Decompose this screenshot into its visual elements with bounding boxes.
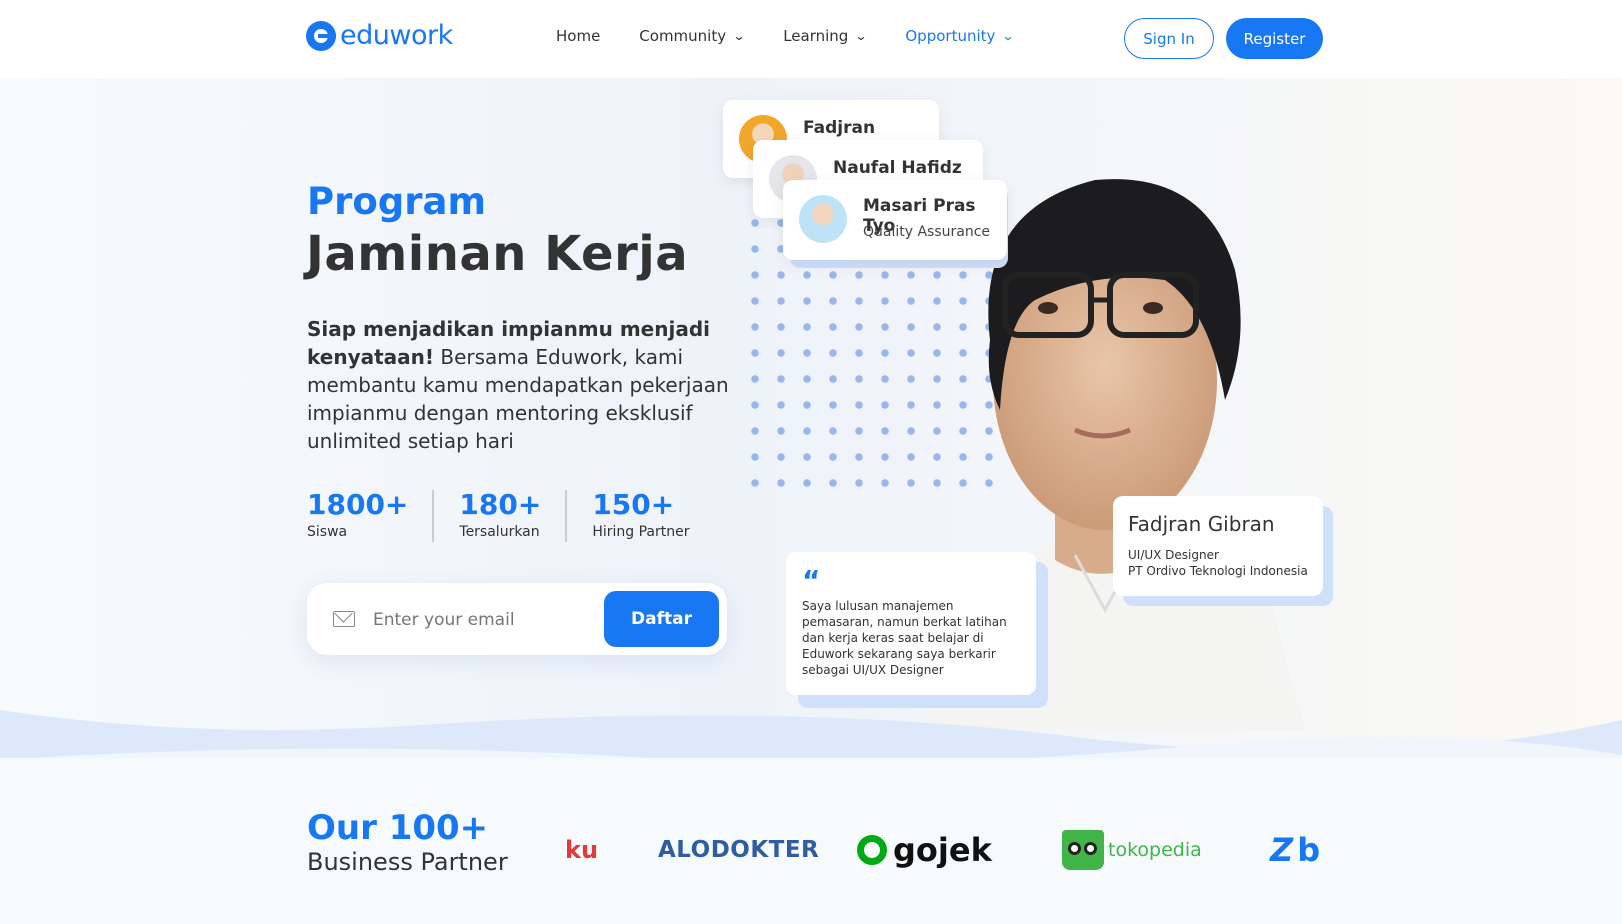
nav-learning[interactable]: Learning ⌄ (783, 27, 868, 45)
partner-logo-alodokter: ALODOKTER (658, 825, 819, 875)
stat-number: 150+ (592, 488, 675, 521)
quote-icon: “ (802, 564, 821, 597)
stat-number: 180+ (459, 488, 542, 521)
partner-logo-text: b (1297, 831, 1321, 869)
nav-opportunity-label: Opportunity (905, 27, 996, 45)
profile-card: Fadjran Gibran UI/UX Designer PT Ordivo … (1113, 496, 1323, 596)
partner-logo-tokopedia: tokopedia (1062, 825, 1202, 875)
partner-logo-text: ALODOKTER (658, 837, 820, 863)
brand-logo[interactable]: eduwork (306, 20, 453, 51)
nav-home-label: Home (556, 27, 601, 45)
profile-company: PT Ordivo Teknologi Indonesia (1128, 564, 1308, 578)
partner-logo-strip: ku ALODOKTER gojek tokopedia Z b (565, 825, 1323, 875)
stat-label: Siswa (307, 524, 348, 540)
daftar-button[interactable]: Daftar (604, 591, 719, 647)
stat-tersalurkan: 180+ Tersalurkan (459, 488, 568, 542)
sign-in-button[interactable]: Sign In (1124, 18, 1214, 59)
stats-row: 1800+ Siswa 180+ Tersalurkan 150+ Hiring… (307, 490, 738, 542)
email-signup-form: Daftar (307, 583, 727, 655)
nav-learning-label: Learning (783, 27, 849, 45)
mail-icon (333, 611, 355, 627)
gojek-icon (857, 835, 887, 865)
avatar (799, 195, 847, 243)
email-input[interactable] (373, 605, 593, 635)
navbar: eduwork Home Community ⌄ Learning ⌄ Opport… (0, 0, 1622, 78)
partners-title: Our 100+ (307, 808, 489, 848)
partner-logo-text: gojek (893, 831, 992, 869)
chevron-down-icon: ⌄ (1001, 29, 1015, 43)
partner-logo-kredivo: ku (565, 825, 598, 875)
eduwork-logo-icon (306, 20, 336, 51)
partner-logo-text: tokopedia (1108, 839, 1202, 861)
testimonial-card: “ Saya lulusan manajemen pemasaran, namu… (786, 552, 1036, 695)
nav-community-label: Community (639, 27, 727, 45)
hero-title-program: Program (307, 180, 487, 223)
z-logo-icon: Z (1270, 831, 1294, 869)
chevron-down-icon: ⌄ (732, 29, 746, 43)
testimonial-text: Saya lulusan manajemen pemasaran, namun … (802, 599, 1007, 677)
alumni-name: Naufal Hafidz (833, 158, 962, 178)
stat-number: 1800+ (307, 488, 409, 521)
hero-title-main: Jaminan Kerja (306, 226, 689, 282)
brand-name: eduwork (340, 20, 453, 51)
nav-community[interactable]: Community ⌄ (639, 27, 746, 45)
nav-home[interactable]: Home (556, 27, 600, 45)
nav-opportunity[interactable]: Opportunity ⌄ (905, 27, 1015, 45)
partners-subtitle: Business Partner (307, 848, 508, 876)
chevron-down-icon: ⌄ (854, 29, 868, 43)
main-menu: Home Community ⌄ Learning ⌄ Opportunity ⌄ (556, 27, 1052, 45)
register-button[interactable]: Register (1226, 18, 1323, 59)
stat-hiring-partner: 150+ Hiring Partner (592, 490, 713, 542)
hero-description: Siap menjadikan impianmu menjadi kenyata… (307, 315, 747, 455)
alumni-card-3: Masari Pras Tyo Quality Assurance (783, 180, 1007, 260)
profile-role: UI/UX Designer (1128, 548, 1219, 562)
profile-name: Fadjran Gibran (1128, 512, 1275, 536)
partner-logo-gojek: gojek (857, 825, 992, 875)
alumni-role: Quality Assurance (863, 224, 991, 240)
partner-logo-text: ku (565, 836, 599, 864)
stat-label: Tersalurkan (459, 524, 540, 540)
partner-logo-bank: Z b (1270, 825, 1320, 875)
stat-siswa: 1800+ Siswa (307, 488, 435, 542)
stat-label: Hiring Partner (592, 524, 690, 540)
tokopedia-icon (1062, 830, 1104, 870)
